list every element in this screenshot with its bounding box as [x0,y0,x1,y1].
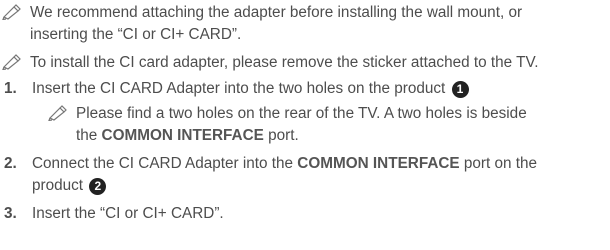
common-interface-label: COMMON INTERFACE [297,155,460,172]
note-item: To install the CI card adapter, please r… [0,52,610,74]
note-text: Please find a two holes on the rear of t… [76,103,610,147]
step-item: 2. Connect the CI CARD Adapter into the … [0,153,610,197]
note-text: We recommend attaching the adapter befor… [30,2,610,46]
step-number: 1. [4,80,17,97]
step-badge: 1 [451,81,469,98]
step-text: Connect the CI CARD Adapter into the COM… [32,153,610,197]
step-text-segment: Insert the CI CARD Adapter into the two … [32,80,446,97]
instruction-page: We recommend attaching the adapter befor… [0,0,610,250]
note-item: We recommend attaching the adapter befor… [0,2,610,46]
note-line: We recommend attaching the adapter befor… [30,4,523,21]
note-text-segment: the [76,127,98,144]
note-text-segment: port. [268,127,299,144]
step-text: Insert the “CI or CI+ CARD”. [32,203,610,225]
note-line: Please find a two holes on the rear of t… [76,105,527,122]
note-line: To install the CI card adapter, please r… [30,54,539,71]
step-item: 3. Insert the “CI or CI+ CARD”. [0,203,610,225]
step-badge: 2 [89,178,107,195]
step-number: 3. [4,205,17,222]
step-text-line: Insert the “CI or CI+ CARD”. [32,205,224,222]
step-item: 1. Insert the CI CARD Adapter into the t… [0,78,610,100]
note-pencil-icon [48,103,76,125]
step-text-segment: Connect the CI CARD Adapter into the [32,155,294,172]
step-text-segment: port on the [463,155,538,172]
note-pencil-icon [2,2,30,24]
note-line: inserting the “CI or CI+ CARD”. [30,26,242,43]
step-text-segment: product [32,177,84,194]
step-text: Insert the CI CARD Adapter into the two … [32,78,610,100]
note-text: To install the CI card adapter, please r… [30,52,610,74]
step-number: 2. [4,155,17,172]
sub-note-item: Please find a two holes on the rear of t… [48,103,610,147]
common-interface-label: COMMON INTERFACE [101,127,264,144]
note-pencil-icon [2,52,30,74]
